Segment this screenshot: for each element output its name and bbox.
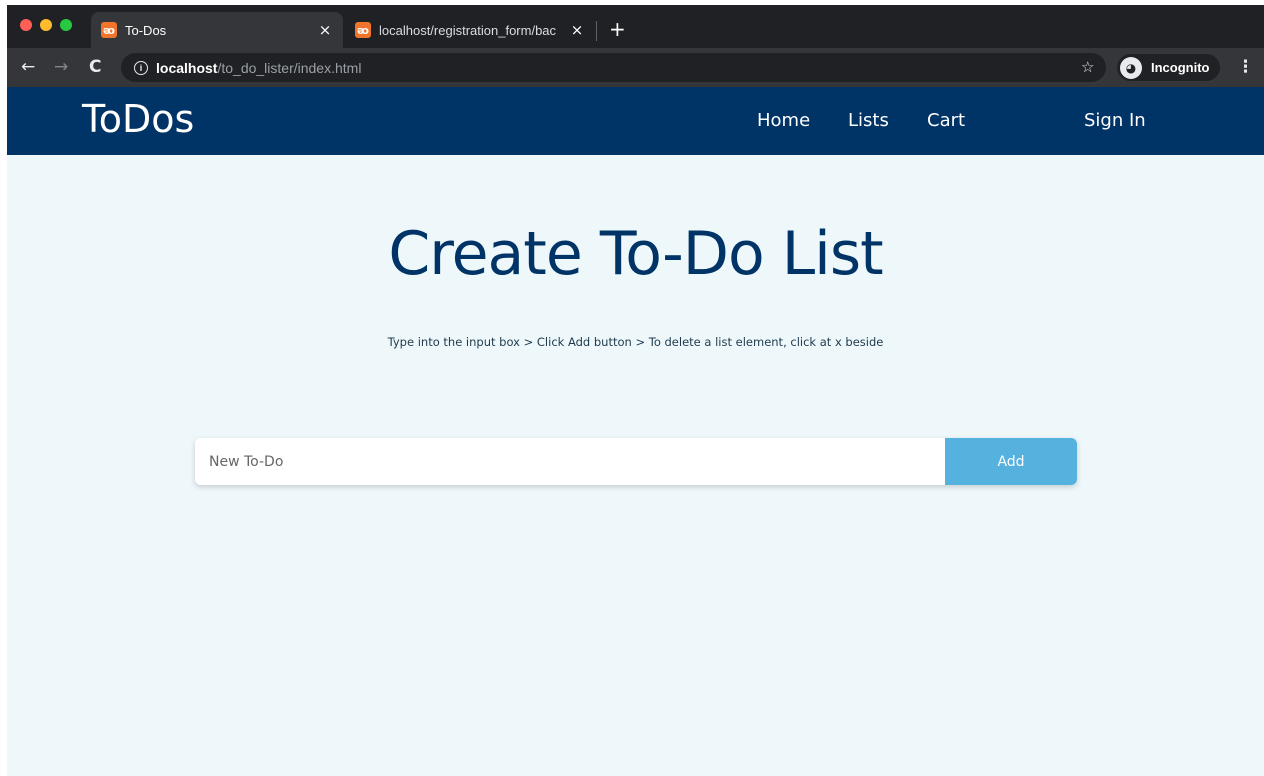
close-window-button[interactable] [20, 19, 32, 31]
main-content: Create To-Do List Type into the input bo… [7, 155, 1264, 776]
site-navbar: ToDos Home Lists Cart Sign In [7, 87, 1264, 155]
back-icon[interactable]: ← [21, 57, 35, 77]
instructions-text: Type into the input box > Click Add butt… [387, 335, 884, 349]
minimize-window-button[interactable] [40, 19, 52, 31]
incognito-indicator[interactable]: ◕ Incognito [1117, 54, 1220, 81]
brand-logo[interactable]: ToDos [82, 97, 194, 141]
tab-title: localhost/registration_form/bac [379, 22, 557, 38]
browser-window: ᴔ To-Dos × ᴔ localhost/registration_form… [7, 5, 1264, 776]
url-host: localhost [156, 59, 218, 76]
browser-toolbar: ← → C i localhost/to_do_lister/index.htm… [7, 48, 1264, 87]
xampp-icon: ᴔ [355, 22, 371, 38]
close-tab-icon[interactable]: × [569, 21, 585, 39]
tab-registration-form[interactable]: ᴔ localhost/registration_form/bac × [345, 12, 595, 48]
tab-todos[interactable]: ᴔ To-Dos × [91, 12, 343, 48]
nav-home-link[interactable]: Home [757, 110, 810, 131]
new-tab-button[interactable]: + [609, 19, 626, 39]
url-path: /to_do_lister/index.html [217, 59, 362, 76]
nav-lists-link[interactable]: Lists [848, 110, 889, 131]
forward-icon[interactable]: → [54, 57, 68, 77]
new-todo-input[interactable] [195, 438, 945, 485]
incognito-icon: ◕ [1120, 56, 1142, 79]
bookmark-star-icon[interactable]: ☆ [1081, 58, 1094, 76]
nav-cart-link[interactable]: Cart [927, 110, 965, 131]
incognito-label: Incognito [1151, 60, 1210, 75]
info-icon[interactable]: i [134, 60, 148, 75]
tab-title: To-Dos [125, 22, 167, 38]
menu-kebab-icon[interactable]: ⋮ [1237, 57, 1254, 77]
reload-icon[interactable]: C [89, 57, 101, 77]
tab-strip: ᴔ To-Dos × ᴔ localhost/registration_form… [7, 5, 1264, 48]
maximize-window-button[interactable] [60, 19, 72, 31]
address-bar[interactable]: i localhost/to_do_lister/index.html [121, 53, 1106, 82]
url-text[interactable]: localhost/to_do_lister/index.html [156, 60, 361, 76]
add-button[interactable]: Add [945, 438, 1077, 485]
tab-divider [596, 21, 597, 41]
xampp-icon: ᴔ [101, 22, 117, 38]
close-tab-icon[interactable]: × [317, 21, 333, 39]
page-title: Create To-Do List [388, 219, 883, 289]
todo-form: Add [195, 438, 1077, 485]
nav-sign-in-link[interactable]: Sign In [1084, 110, 1146, 131]
